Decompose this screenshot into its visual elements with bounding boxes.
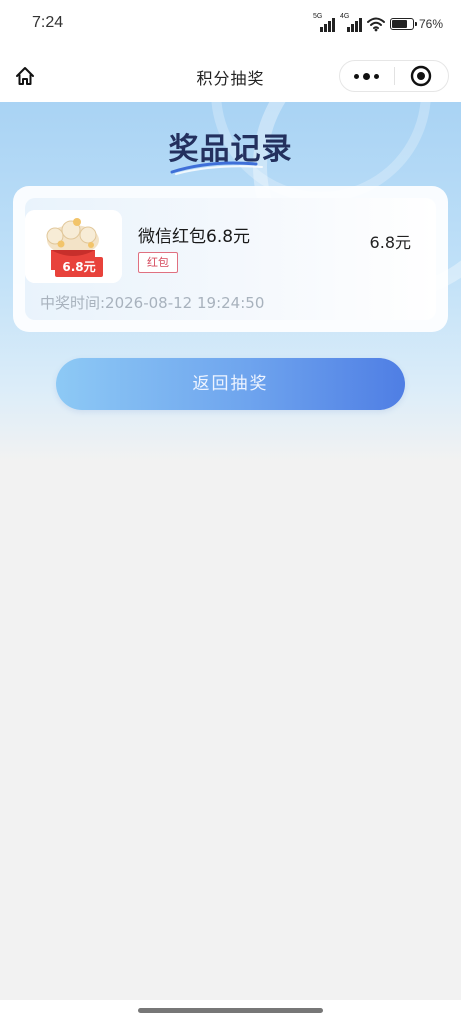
title-swoosh-decoration	[170, 161, 263, 175]
prize-name: 微信红包6.8元	[138, 227, 251, 247]
battery-fill	[391, 20, 407, 28]
battery-percent: 76%	[418, 17, 443, 31]
more-dots-icon	[354, 72, 380, 80]
signal-5g-icon: 5G	[313, 13, 335, 33]
home-indicator[interactable]	[138, 1008, 323, 1013]
thumbnail-amount-label: 6.8元	[55, 257, 103, 277]
red-packet-thumbnail: 6.8元	[25, 210, 122, 283]
status-icons: 5G 4G 76%	[313, 13, 443, 34]
prize-amount: 6.8元	[369, 233, 411, 252]
battery-icon	[389, 18, 417, 30]
mini-program-capsule	[339, 60, 449, 92]
nav-bar: 积分抽奖	[0, 50, 461, 102]
back-to-lottery-button[interactable]: 返回抽奖	[56, 358, 405, 410]
signal-4g-icon: 4G	[340, 13, 362, 33]
status-time: 7:24	[32, 14, 64, 31]
more-button[interactable]	[340, 61, 394, 91]
close-button[interactable]	[394, 61, 448, 91]
status-bar: 7:24 5G 4G 76%	[0, 0, 461, 50]
target-close-icon	[411, 65, 432, 87]
page: 7:24 5G 4G 76% 积分抽奖 奖品记录 6.8元 微信红包6.8元 6…	[0, 0, 461, 1024]
prize-type-tag: 红包	[138, 252, 178, 273]
win-time: 中奖时间:2026-08-12 19:24:50	[40, 294, 265, 312]
wifi-icon	[366, 17, 385, 32]
